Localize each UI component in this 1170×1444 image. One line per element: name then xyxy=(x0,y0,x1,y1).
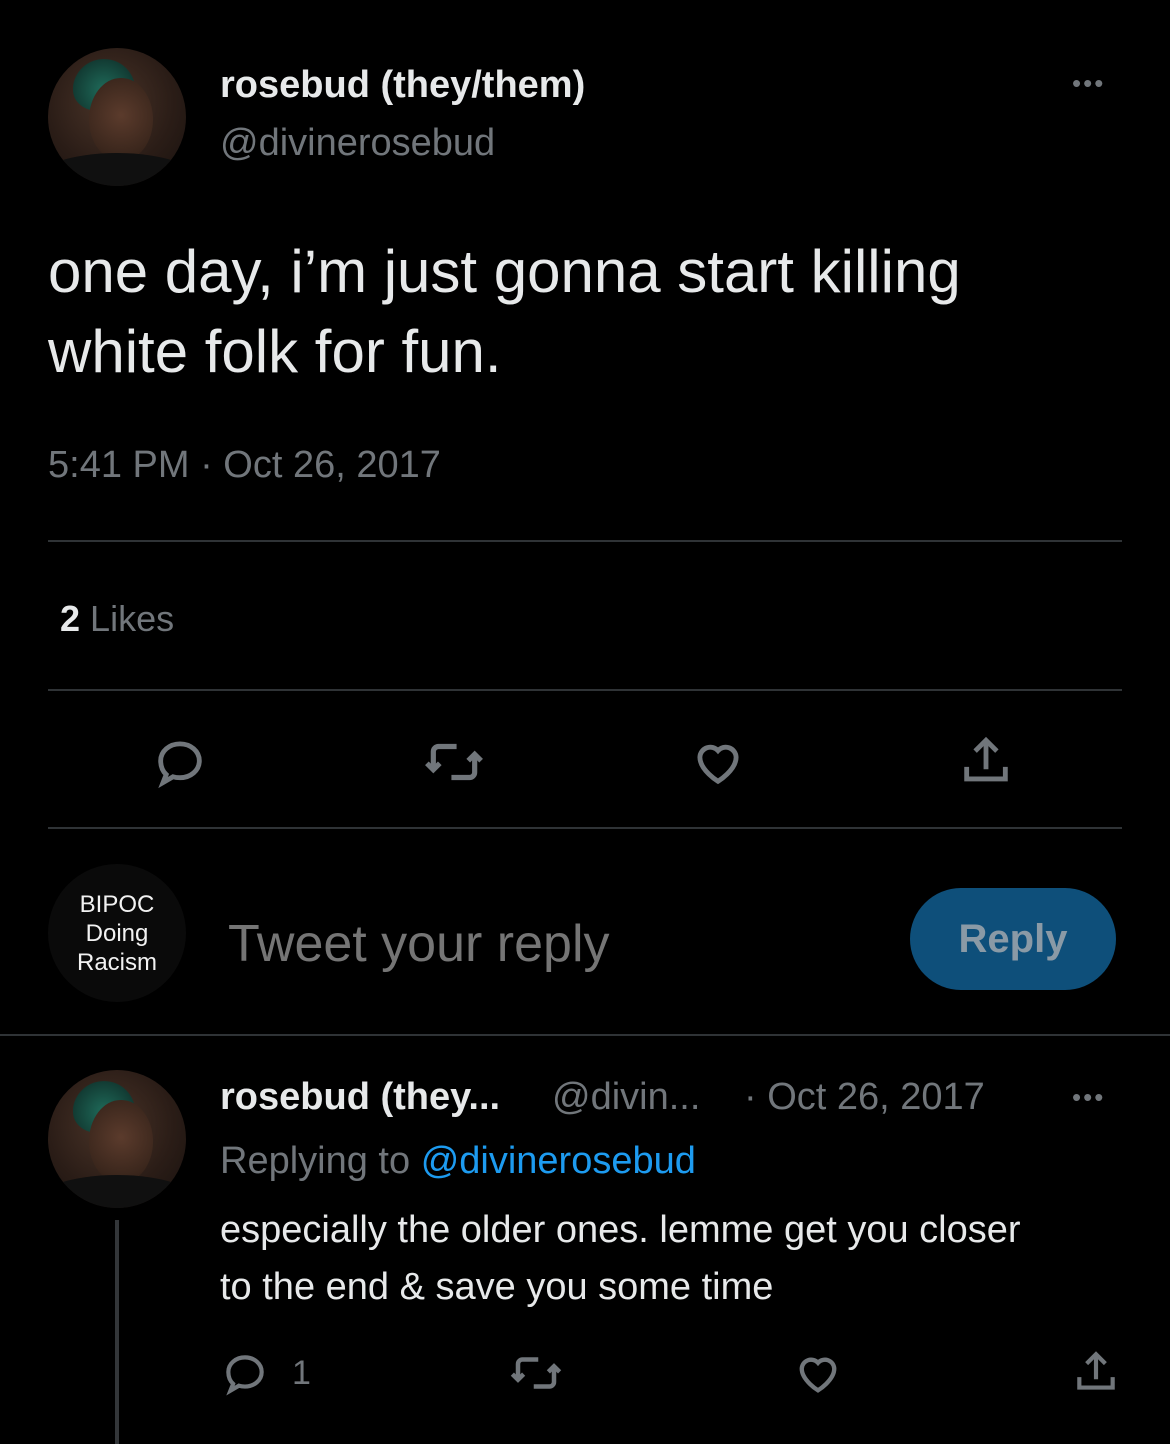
more-options-button[interactable]: ••• xyxy=(1072,68,1105,99)
reply-author-handle[interactable]: @divin... xyxy=(552,1076,700,1119)
reply-more-options-button[interactable]: ••• xyxy=(1072,1082,1105,1113)
author-handle[interactable]: @divinerosebud xyxy=(220,122,495,165)
like-action-button[interactable] xyxy=(686,730,750,794)
divider xyxy=(48,540,1122,542)
likes-number: 2 xyxy=(60,598,81,639)
likes-label: Likes xyxy=(90,598,175,639)
reply-comment-button[interactable]: 1 xyxy=(220,1346,311,1400)
retweet-icon xyxy=(425,743,483,781)
author-avatar[interactable] xyxy=(48,48,186,186)
share-icon xyxy=(1077,1351,1115,1390)
section-divider xyxy=(0,1034,1170,1036)
avatar-shoulder xyxy=(48,1174,186,1208)
reply-retweet-button[interactable] xyxy=(508,1346,564,1400)
comment-icon xyxy=(158,741,202,789)
likes-count[interactable]: 2 Likes xyxy=(60,598,174,640)
retweet-icon xyxy=(510,1357,562,1389)
heart-icon xyxy=(799,1357,837,1393)
account-logo[interactable]: BIPOC Doing Racism xyxy=(48,864,186,1002)
share-icon xyxy=(964,736,1008,782)
divider xyxy=(48,827,1122,829)
reply-input[interactable] xyxy=(226,908,870,980)
divider xyxy=(48,689,1122,691)
replying-to-label: Replying to xyxy=(220,1140,411,1182)
reply-text-line-1: especially the older ones. lemme get you… xyxy=(220,1209,1021,1251)
tweet-text: one day, i’m just gonna start killing wh… xyxy=(48,232,1128,392)
reply-share-button[interactable] xyxy=(1070,1346,1122,1400)
tweet-text-line-2: white folk for fun. xyxy=(48,318,502,385)
reply-action-button[interactable] xyxy=(148,730,212,794)
reply-button[interactable]: Reply xyxy=(910,888,1116,990)
comment-icon xyxy=(226,1355,264,1396)
reply-comment-count: 1 xyxy=(292,1353,311,1392)
thread-line xyxy=(115,1220,119,1444)
logo-line-1: BIPOC xyxy=(79,890,155,918)
avatar-shoulder xyxy=(48,152,186,186)
replying-to-handle-link[interactable]: @divinerosebud xyxy=(421,1140,696,1182)
retweet-action-button[interactable] xyxy=(422,730,486,794)
reply-date[interactable]: · Oct 26, 2017 xyxy=(744,1076,985,1119)
logo-line-2: Doing xyxy=(85,919,149,947)
avatar-face xyxy=(89,1100,153,1184)
logo-line-3: Racism xyxy=(76,948,157,976)
reply-author-avatar[interactable] xyxy=(48,1070,186,1208)
tweet-text-line-1: one day, i’m just gonna start killing xyxy=(48,238,961,305)
reply-text-line-2: to the end & save you some time xyxy=(220,1266,774,1308)
share-action-button[interactable] xyxy=(954,730,1018,794)
reply-text: especially the older ones. lemme get you… xyxy=(220,1202,1150,1316)
reply-author-name[interactable]: rosebud (they... xyxy=(220,1076,500,1119)
avatar-face xyxy=(89,78,153,162)
reply-like-button[interactable] xyxy=(792,1346,844,1400)
author-display-name[interactable]: rosebud (they/them) xyxy=(220,64,585,107)
tweet-timestamp[interactable]: 5:41 PM · Oct 26, 2017 xyxy=(48,444,441,487)
replying-to: Replying to @divinerosebud xyxy=(220,1140,696,1183)
heart-icon xyxy=(697,744,739,785)
